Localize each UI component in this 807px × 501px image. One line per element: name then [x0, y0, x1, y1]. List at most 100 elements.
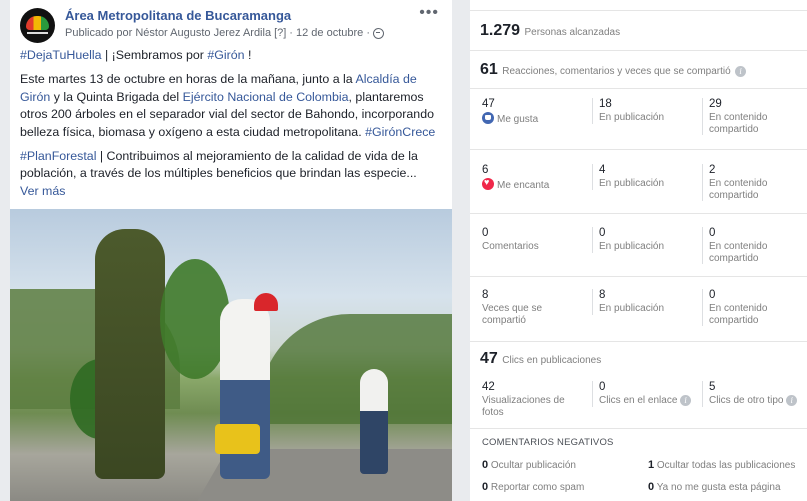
- on-post-cell: 18 En publicación: [592, 98, 692, 124]
- on-shared-count: 2: [709, 164, 716, 176]
- on-post-count: 0: [599, 227, 606, 239]
- post-text: #DejaTuHuella | ¡Sembramos por #Girón ! …: [20, 47, 448, 207]
- report-spam-count: 0: [482, 481, 489, 493]
- love-label: Me encanta: [497, 180, 550, 191]
- globe-icon: [373, 27, 385, 39]
- see-more-link[interactable]: Ver más: [20, 184, 65, 198]
- byline-date[interactable]: · 12 de octubre ·: [289, 27, 370, 39]
- hashtag-link[interactable]: #GirónCrece: [365, 125, 435, 139]
- shares-count: 8: [482, 289, 489, 301]
- hashtag-link[interactable]: #Girón: [207, 48, 244, 62]
- other-clicks-cell: 5 Clics de otro tipo i: [702, 381, 807, 407]
- like-label-wrap: Me gusta: [482, 112, 582, 126]
- report-spam-metric: 0 Reportar como spam: [482, 481, 584, 493]
- engagement-metric: 61 Reacciones, comentarios y veces que s…: [480, 61, 747, 79]
- shares-label: Veces que se compartió: [482, 303, 543, 326]
- other-clicks-count: 5: [709, 381, 716, 393]
- report-spam-label: Reportar como spam: [490, 482, 585, 493]
- on-post-count: 4: [599, 164, 606, 176]
- hide-post-count: 0: [482, 459, 489, 471]
- on-shared-label: En contenido compartido: [709, 178, 768, 201]
- divider: [470, 149, 807, 150]
- hashtag-link[interactable]: #DejaTuHuella: [20, 48, 102, 62]
- page-name-link[interactable]: Área Metropolitana de Bucaramanga: [65, 8, 291, 23]
- link-clicks-label: Clics en el enlace: [599, 395, 678, 406]
- engagement-label: Reacciones, comentarios y veces que se c…: [502, 66, 731, 77]
- on-post-count: 8: [599, 289, 606, 301]
- on-post-label: En publicación: [599, 303, 665, 314]
- comments-label: Comentarios: [482, 241, 539, 252]
- on-shared-label: En contenido compartido: [709, 303, 768, 326]
- divider: [470, 50, 807, 51]
- on-shared-cell: 2 En contenido compartido: [702, 164, 807, 201]
- on-post-cell: 8 En publicación: [592, 289, 692, 315]
- negative-feedback-title: COMENTARIOS NEGATIVOS: [482, 437, 614, 448]
- like-label: Me gusta: [497, 114, 539, 125]
- text-span: Este martes 13 de octubre en horas de la…: [20, 72, 356, 87]
- clicks-number: 47: [480, 350, 498, 367]
- byline-author[interactable]: Publicado por Néstor Augusto Jerez Ardil…: [65, 27, 271, 39]
- on-shared-label: En contenido compartido: [709, 112, 768, 135]
- mention-link[interactable]: Ejército Nacional de Colombia: [183, 90, 349, 104]
- insights-panel: 1.279 Personas alcanzadas 61 Reacciones,…: [470, 0, 807, 501]
- unlike-page-metric: 0 Ya no me gusta esta página: [648, 481, 781, 493]
- text-span: !: [244, 48, 252, 62]
- on-shared-cell: 0 En contenido compartido: [702, 289, 807, 326]
- post-paragraph-1: #DejaTuHuella | ¡Sembramos por #Girón !: [20, 47, 448, 64]
- shares-cell: 8 Veces que se compartió: [482, 289, 582, 326]
- love-count: 6: [482, 164, 489, 176]
- clicks-metric: 47 Clics en publicaciones: [480, 350, 601, 368]
- like-count: 47: [482, 98, 495, 110]
- unlike-page-count: 0: [648, 481, 655, 493]
- engagement-number: 61: [480, 61, 498, 78]
- on-shared-cell: 0 En contenido compartido: [702, 227, 807, 264]
- info-icon[interactable]: i: [735, 66, 747, 77]
- clicks-label: Clics en publicaciones: [502, 355, 602, 366]
- info-icon[interactable]: i: [786, 395, 798, 406]
- post-header: Área Metropolitana de Bucaramanga Public…: [20, 4, 445, 43]
- info-icon[interactable]: i: [680, 395, 692, 406]
- like-cell: 47 Me gusta: [482, 98, 582, 126]
- comments-count: 0: [482, 227, 489, 239]
- on-shared-count: 0: [709, 227, 716, 239]
- other-clicks-label: Clics de otro tipo: [709, 395, 784, 406]
- hide-all-count: 1: [648, 459, 655, 471]
- photo-views-label: Visualizaciones de fotos: [482, 395, 565, 418]
- on-shared-count: 0: [709, 289, 716, 301]
- page-avatar[interactable]: [20, 8, 55, 43]
- divider: [470, 213, 807, 214]
- post-paragraph-3: #PlanForestal | Contribuimos al mejorami…: [20, 148, 448, 200]
- hide-post-metric: 0 Ocultar publicación: [482, 459, 576, 471]
- reach-label: Personas alcanzadas: [524, 27, 621, 38]
- link-clicks-count: 0: [599, 381, 606, 393]
- like-icon: [482, 112, 494, 124]
- photo-views-count: 42: [482, 381, 495, 393]
- on-post-cell: 0 En publicación: [592, 227, 692, 253]
- hashtag-link[interactable]: #PlanForestal: [20, 149, 96, 163]
- hide-post-label: Ocultar publicación: [490, 460, 576, 471]
- on-post-cell: 4 En publicación: [592, 164, 692, 190]
- on-post-label: En publicación: [599, 241, 665, 252]
- divider: [470, 276, 807, 277]
- post-photo[interactable]: [10, 209, 452, 501]
- on-post-count: 18: [599, 98, 612, 110]
- photo-views-cell: 42 Visualizaciones de fotos: [482, 381, 582, 418]
- byline-tag: [?]: [274, 27, 287, 39]
- divider: [470, 10, 807, 11]
- on-post-label: En publicación: [599, 178, 665, 189]
- post-card: Área Metropolitana de Bucaramanga Public…: [10, 0, 452, 501]
- other-clicks-label-wrap: Clics de otro tipo i: [709, 395, 807, 407]
- on-shared-count: 29: [709, 98, 722, 110]
- divider: [470, 341, 807, 342]
- on-shared-cell: 29 En contenido compartido: [702, 98, 807, 135]
- love-icon: [482, 177, 494, 190]
- post-byline: Publicado por Néstor Augusto Jerez Ardil…: [65, 27, 385, 39]
- on-post-label: En publicación: [599, 112, 665, 123]
- comments-cell: 0 Comentarios: [482, 227, 582, 253]
- more-options-icon[interactable]: •••: [419, 4, 439, 22]
- link-clicks-cell: 0 Clics en el enlace i: [592, 381, 692, 407]
- divider: [470, 428, 807, 429]
- unlike-page-label: Ya no me gusta esta página: [656, 482, 781, 493]
- divider: [470, 88, 807, 89]
- text-span: y la Quinta Brigada del: [50, 89, 183, 104]
